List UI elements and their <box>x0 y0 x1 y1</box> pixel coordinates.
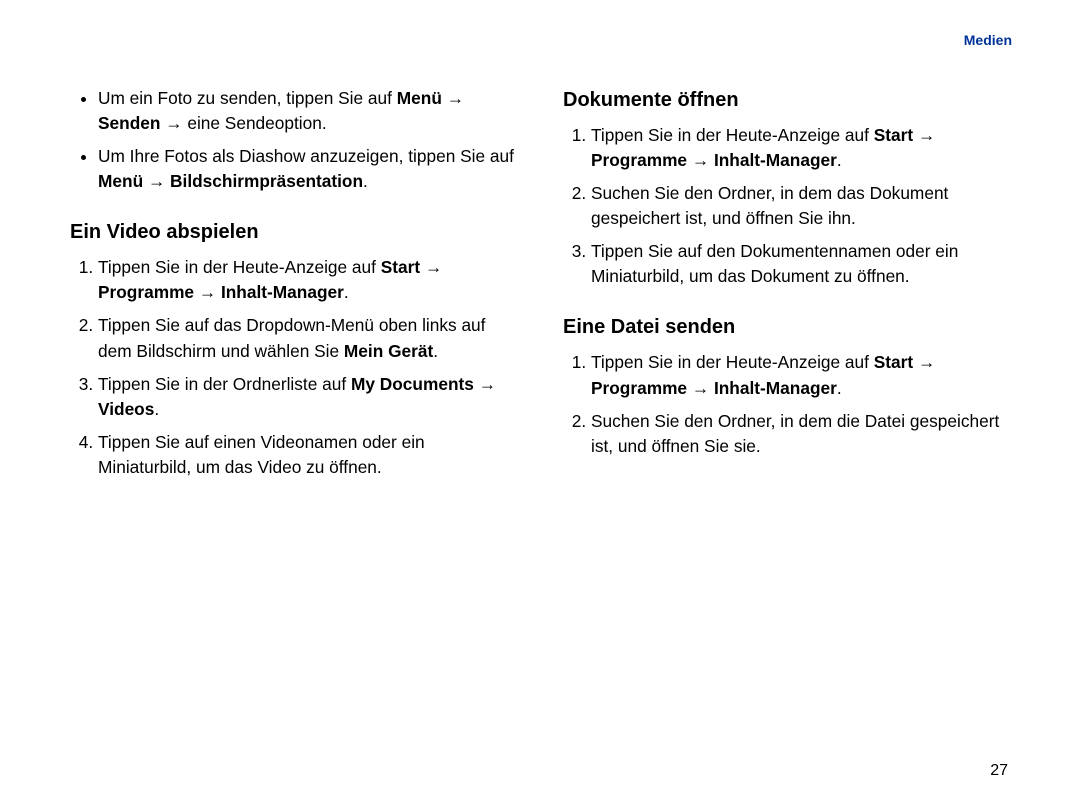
bold-text: Programme <box>591 378 687 398</box>
bold-text: Programme <box>98 282 194 302</box>
arrow-icon: → <box>479 374 496 394</box>
text: . <box>344 282 349 302</box>
bold-text: Senden <box>98 113 160 133</box>
bold-text: My Documents <box>351 374 474 394</box>
arrow-icon: → <box>692 150 709 170</box>
list-item: Suchen Sie den Ordner, in dem das Dokume… <box>591 181 1010 231</box>
bold-text: Menü <box>397 88 442 108</box>
bold-text: Inhalt-Manager <box>714 150 837 170</box>
arrow-icon: → <box>199 282 216 302</box>
text: Um Ihre Fotos als Diashow anzuzeigen, ti… <box>98 146 514 166</box>
bold-text: Programme <box>591 150 687 170</box>
list-item: Um ein Foto zu senden, tippen Sie auf Me… <box>98 86 517 136</box>
text: Tippen Sie in der Heute-Anzeige auf <box>591 125 874 145</box>
text: Tippen Sie auf einen Videonamen oder ein… <box>98 432 425 477</box>
list-item: Tippen Sie in der Ordnerliste auf My Doc… <box>98 372 517 422</box>
text: . <box>837 378 842 398</box>
page-number: 27 <box>990 762 1008 780</box>
text: Tippen Sie in der Heute-Anzeige auf <box>591 352 874 372</box>
bold-text: Start <box>381 257 420 277</box>
text: Tippen Sie in der Ordnerliste auf <box>98 374 351 394</box>
arrow-icon: → <box>148 171 165 191</box>
bold-text: Videos <box>98 399 154 419</box>
text: Tippen Sie auf den Dokumentennamen oder … <box>591 241 958 286</box>
bold-text: Inhalt-Manager <box>221 282 344 302</box>
right-column: Dokumente öffnen Tippen Sie in der Heute… <box>563 86 1010 494</box>
header-section-label: Medien <box>964 32 1012 48</box>
text: Tippen Sie in der Heute-Anzeige auf <box>98 257 381 277</box>
list-item: Tippen Sie auf den Dokumentennamen oder … <box>591 239 1010 289</box>
bold-text: Mein Gerät <box>344 341 433 361</box>
two-column-layout: Um ein Foto zu senden, tippen Sie auf Me… <box>70 86 1010 494</box>
arrow-icon: → <box>918 125 935 145</box>
text: . <box>433 341 438 361</box>
bold-text: Bildschirmpräsentation <box>170 171 363 191</box>
list-item: Tippen Sie in der Heute-Anzeige auf Star… <box>591 123 1010 173</box>
bold-text: Start <box>874 125 913 145</box>
arrow-icon: → <box>447 88 464 108</box>
text: Suchen Sie den Ordner, in dem das Dokume… <box>591 183 948 228</box>
list-item: Suchen Sie den Ordner, in dem die Datei … <box>591 409 1010 459</box>
text: . <box>837 150 842 170</box>
arrow-icon: → <box>425 257 442 277</box>
numbered-list: Tippen Sie in der Heute-Anzeige auf Star… <box>563 350 1010 458</box>
arrow-icon: → <box>692 378 709 398</box>
arrow-icon: → <box>165 113 182 133</box>
text: Suchen Sie den Ordner, in dem die Datei … <box>591 411 999 456</box>
text: . <box>363 171 368 191</box>
text: eine Sendeoption. <box>187 113 326 133</box>
numbered-list: Tippen Sie in der Heute-Anzeige auf Star… <box>563 123 1010 289</box>
left-column: Um ein Foto zu senden, tippen Sie auf Me… <box>70 86 517 494</box>
bold-text: Menü <box>98 171 143 191</box>
list-item: Tippen Sie in der Heute-Anzeige auf Star… <box>591 350 1010 400</box>
section-heading: Eine Datei senden <box>563 313 1010 342</box>
list-item: Tippen Sie in der Heute-Anzeige auf Star… <box>98 255 517 305</box>
manual-page: Medien Um ein Foto zu senden, tippen Sie… <box>0 0 1080 810</box>
list-item: Um Ihre Fotos als Diashow anzuzeigen, ti… <box>98 144 517 194</box>
arrow-icon: → <box>918 352 935 372</box>
bullet-list: Um ein Foto zu senden, tippen Sie auf Me… <box>70 86 517 194</box>
section-heading: Dokumente öffnen <box>563 86 1010 115</box>
section-heading: Ein Video abspielen <box>70 218 517 247</box>
list-item: Tippen Sie auf das Dropdown-Menü oben li… <box>98 313 517 363</box>
text: Um ein Foto zu senden, tippen Sie auf <box>98 88 397 108</box>
list-item: Tippen Sie auf einen Videonamen oder ein… <box>98 430 517 480</box>
numbered-list: Tippen Sie in der Heute-Anzeige auf Star… <box>70 255 517 480</box>
bold-text: Start <box>874 352 913 372</box>
text: . <box>154 399 159 419</box>
bold-text: Inhalt-Manager <box>714 378 837 398</box>
